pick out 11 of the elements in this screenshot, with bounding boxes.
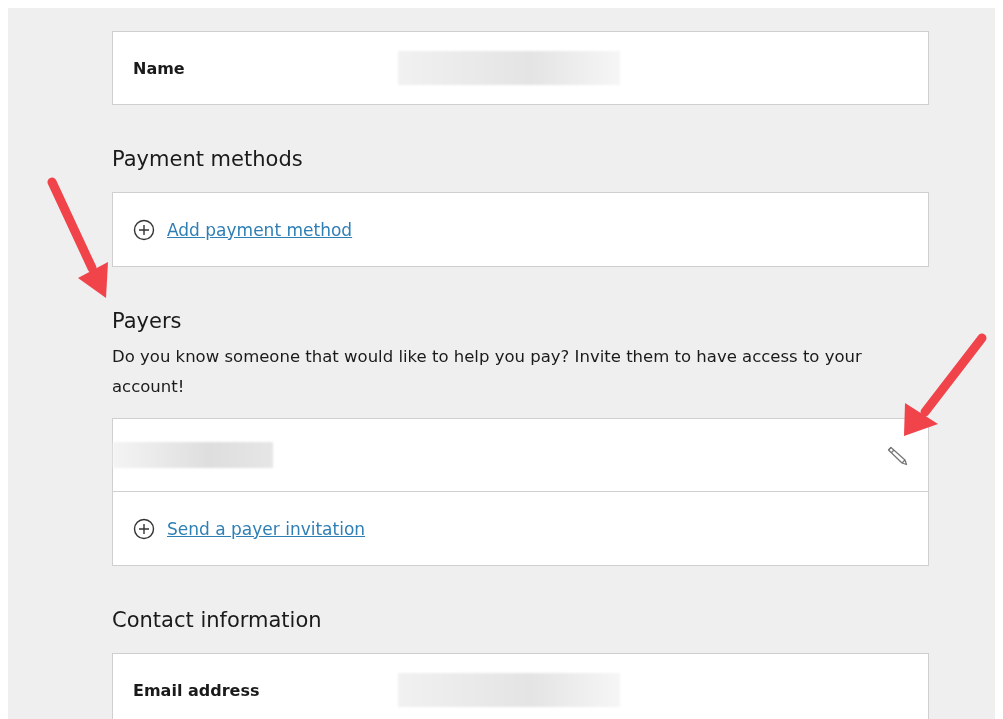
edit-icon[interactable] (886, 444, 908, 466)
section-heading: Payers (112, 308, 183, 334)
section-heading: Payment methods (112, 146, 304, 172)
field-label: Name (133, 58, 186, 78)
add-link[interactable]: Send a payer invitation (167, 518, 366, 539)
section-heading: Contact information (112, 607, 323, 633)
add-link[interactable]: Add payment method (167, 219, 353, 240)
add-icon (133, 517, 155, 540)
field-label: Email address (133, 680, 261, 700)
section-description: Do you know someone that would like to help you pay? Invite them to have access to your account! (112, 346, 863, 398)
add-icon (133, 218, 155, 241)
